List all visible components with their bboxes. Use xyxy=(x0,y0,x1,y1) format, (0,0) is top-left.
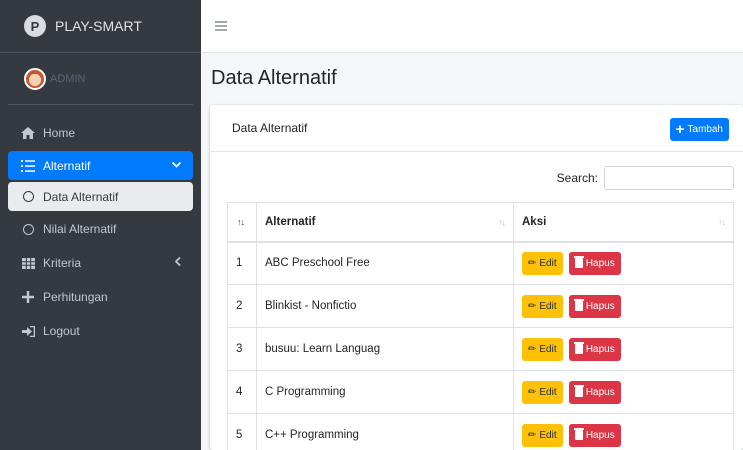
trash-icon xyxy=(573,256,584,269)
avatar xyxy=(24,67,46,90)
chevron-left-icon xyxy=(174,256,181,269)
table-icon xyxy=(20,257,36,269)
edit-button[interactable]: ✏ Edit xyxy=(522,251,563,275)
alternatif-name: ABC Preschool Free xyxy=(256,241,514,285)
circle-icon xyxy=(20,191,36,202)
trash-icon xyxy=(573,299,584,311)
edit-button[interactable]: ✏ Edit xyxy=(522,423,563,447)
content-header: Data Alternatif xyxy=(201,53,743,103)
table-row: 1 ABC Preschool Free ✏ Edit Hapus xyxy=(227,241,734,285)
row-actions: ✏ Edit Hapus xyxy=(513,370,734,414)
table-header-row: ↑↓ Alternatif ↑↓ Aksi ↑↓ xyxy=(227,202,734,243)
search-row: Search: xyxy=(557,166,734,190)
delete-button[interactable]: Hapus xyxy=(568,294,621,318)
alternatif-name: C++ Programming xyxy=(256,413,514,450)
trash-icon xyxy=(573,342,584,354)
edit-button[interactable]: ✏ Edit xyxy=(522,380,563,404)
table-row: 2 Blinkist - Nonfictio ✏ Edit Hapus xyxy=(227,284,734,328)
pencil-icon: ✏ xyxy=(528,343,537,355)
alternatif-name: busuu: Learn Languag xyxy=(256,327,514,371)
sidebar-item-logout[interactable]: Logout xyxy=(8,315,193,347)
table-row: 5 C++ Programming ✏ Edit Hapus xyxy=(227,413,734,450)
edit-button[interactable]: ✏ Edit xyxy=(522,337,563,361)
alternatif-name: Blinkist - Nonfictio xyxy=(256,284,514,328)
pencil-icon: ✏ xyxy=(528,429,537,441)
sidebar-item-kriteria[interactable]: Kriteria xyxy=(8,247,193,279)
sidebar-item-alternatif[interactable]: Alternatif xyxy=(8,151,193,180)
user-name: ADMIN xyxy=(50,72,86,85)
pencil-icon: ✏ xyxy=(528,300,537,312)
sidebar-item-label: Perhitungan xyxy=(43,290,108,304)
page-title: Data Alternatif xyxy=(211,66,337,89)
table-row: 4 C Programming ✏ Edit Hapus xyxy=(227,370,734,414)
table-row: 3 busuu: Learn Languag ✏ Edit Hapus xyxy=(227,327,734,371)
data-card: Data Alternatif + Tambah Search: ↑↓ Alte… xyxy=(210,105,743,450)
row-number: 5 xyxy=(227,413,257,450)
row-number: 2 xyxy=(227,284,257,328)
top-navbar xyxy=(201,0,743,53)
sidebar-item-label: Data Alternatif xyxy=(43,189,119,204)
search-input[interactable] xyxy=(604,166,734,190)
add-button-label: Tambah xyxy=(687,124,723,135)
sidebar: P PLAY-SMART ADMIN Home Alternatif Data … xyxy=(0,0,201,450)
sidebar-item-label: Kriteria xyxy=(43,256,82,270)
plus-icon: + xyxy=(675,121,685,138)
row-number: 1 xyxy=(227,241,257,285)
trash-icon xyxy=(573,385,584,397)
card-title: Data Alternatif xyxy=(232,121,308,135)
sidebar-item-label: Alternatif xyxy=(43,158,91,173)
sort-icon: ↑↓ xyxy=(718,217,726,227)
circle-icon xyxy=(20,223,36,235)
trash-icon xyxy=(573,428,584,440)
row-actions: ✏ Edit Hapus xyxy=(513,413,734,450)
list-icon xyxy=(20,159,36,172)
sidebar-nav: Home Alternatif Data Alternatif Nilai Al… xyxy=(0,105,201,347)
sidebar-item-home[interactable]: Home xyxy=(8,117,193,149)
chevron-down-icon xyxy=(171,160,182,171)
plus-icon xyxy=(20,291,36,303)
delete-button[interactable]: Hapus xyxy=(568,251,621,275)
row-actions: ✏ Edit Hapus xyxy=(513,327,734,371)
column-header-alternatif[interactable]: Alternatif ↑↓ xyxy=(256,202,514,243)
sidebar-item-perhitungan[interactable]: Perhitungan xyxy=(8,281,193,313)
alternatif-table: ↑↓ Alternatif ↑↓ Aksi ↑↓ 1 ABC Preschool… xyxy=(227,202,734,450)
hamburger-icon[interactable] xyxy=(215,18,227,35)
brand-name: PLAY-SMART xyxy=(55,18,142,34)
column-header-aksi[interactable]: Aksi ↑↓ xyxy=(513,202,734,243)
home-icon xyxy=(20,127,36,139)
alternatif-name: C Programming xyxy=(256,370,514,414)
sort-icon: ↑↓ xyxy=(498,217,506,227)
delete-button[interactable]: Hapus xyxy=(568,423,621,447)
user-panel[interactable]: ADMIN xyxy=(8,53,193,105)
edit-button[interactable]: ✏ Edit xyxy=(522,294,563,318)
delete-button[interactable]: Hapus xyxy=(568,337,621,361)
card-header: Data Alternatif + Tambah xyxy=(210,105,743,152)
sidebar-item-label: Logout xyxy=(43,324,80,338)
column-header-number[interactable]: ↑↓ xyxy=(227,202,257,243)
row-actions: ✏ Edit Hapus xyxy=(513,241,734,285)
sidebar-item-label: Home xyxy=(43,126,76,140)
row-number: 3 xyxy=(227,327,257,371)
sidebar-item-data-alternatif[interactable]: Data Alternatif xyxy=(8,182,193,211)
sign-out-icon xyxy=(20,325,36,337)
pencil-icon: ✏ xyxy=(528,257,537,269)
sidebar-item-nilai-alternatif[interactable]: Nilai Alternatif xyxy=(8,213,193,245)
row-number: 4 xyxy=(227,370,257,414)
pencil-icon: ✏ xyxy=(528,386,537,398)
delete-button[interactable]: Hapus xyxy=(568,380,621,404)
sidebar-item-label: Nilai Alternatif xyxy=(43,222,117,236)
brand-link[interactable]: P PLAY-SMART xyxy=(0,0,201,53)
sort-icon: ↑↓ xyxy=(237,217,245,227)
row-actions: ✏ Edit Hapus xyxy=(513,284,734,328)
search-label: Search: xyxy=(556,171,598,185)
brand-logo-icon: P xyxy=(24,15,46,37)
add-button[interactable]: + Tambah xyxy=(669,118,729,141)
